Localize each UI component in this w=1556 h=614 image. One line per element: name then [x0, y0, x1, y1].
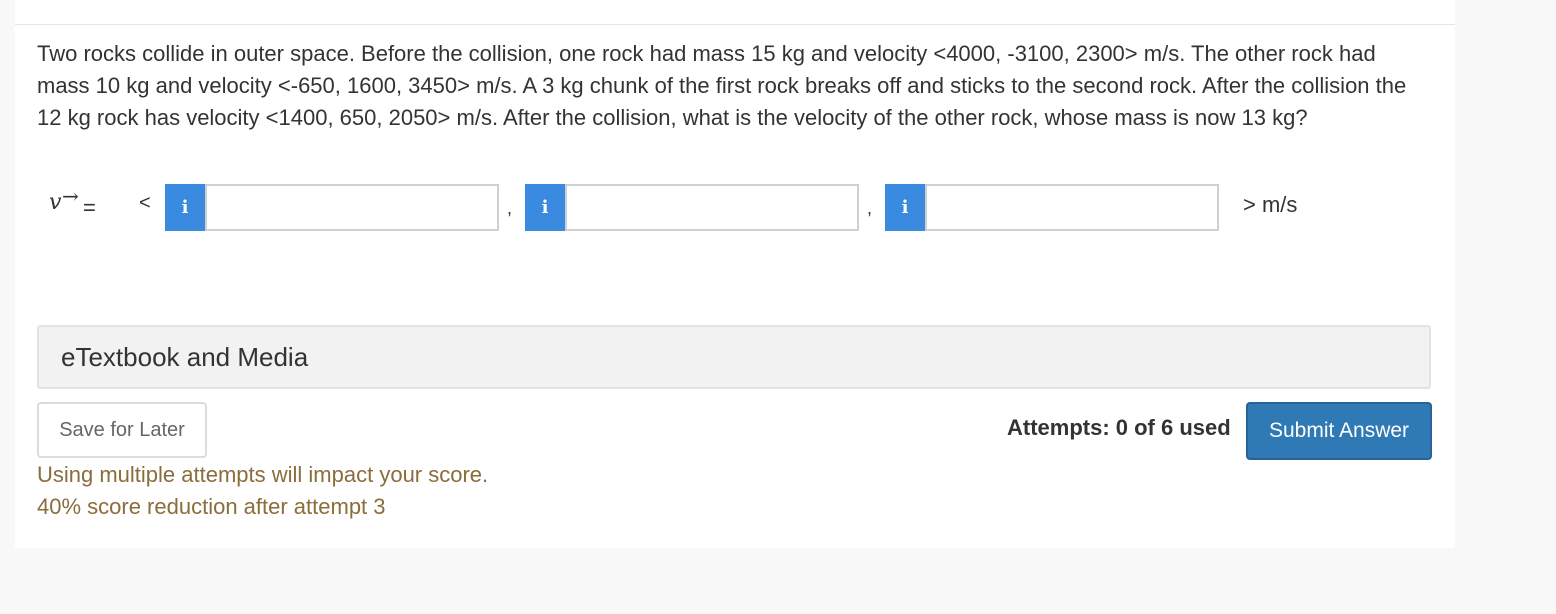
- info-button-x[interactable]: i: [165, 184, 205, 231]
- attempts-warning: Using multiple attempts will impact your…: [37, 462, 489, 487]
- etextbook-media-label: eTextbook and Media: [61, 342, 309, 372]
- comma-separator: ,: [867, 198, 873, 218]
- info-button-z[interactable]: i: [885, 184, 925, 231]
- top-divider: [15, 0, 1455, 25]
- vector-arrow-icon: →: [62, 184, 79, 208]
- velocity-x-input[interactable]: [205, 184, 499, 231]
- velocity-variable: v: [49, 190, 62, 215]
- save-for-later-button[interactable]: Save for Later: [37, 402, 207, 458]
- attempts-counter: Attempts: 0 of 6 used: [1007, 415, 1231, 440]
- velocity-symbol: → v: [49, 184, 79, 215]
- velocity-y-input[interactable]: [565, 184, 859, 231]
- question-panel: Two rocks collide in outer space. Before…: [15, 0, 1455, 548]
- open-angle-bracket: <: [139, 192, 151, 214]
- equals-sign: =: [83, 195, 96, 220]
- unit-label: > m/s: [1243, 192, 1298, 217]
- velocity-z-input[interactable]: [925, 184, 1219, 231]
- info-button-y[interactable]: i: [525, 184, 565, 231]
- submit-answer-button[interactable]: Submit Answer: [1246, 402, 1432, 460]
- score-reduction-note: 40% score reduction after attempt 3: [37, 494, 386, 519]
- comma-separator: ,: [507, 198, 513, 218]
- question-text: Two rocks collide in outer space. Before…: [37, 41, 1407, 130]
- etextbook-media-panel[interactable]: eTextbook and Media: [37, 325, 1431, 389]
- answer-row: → v = < i , i , i > m/s: [37, 182, 1337, 232]
